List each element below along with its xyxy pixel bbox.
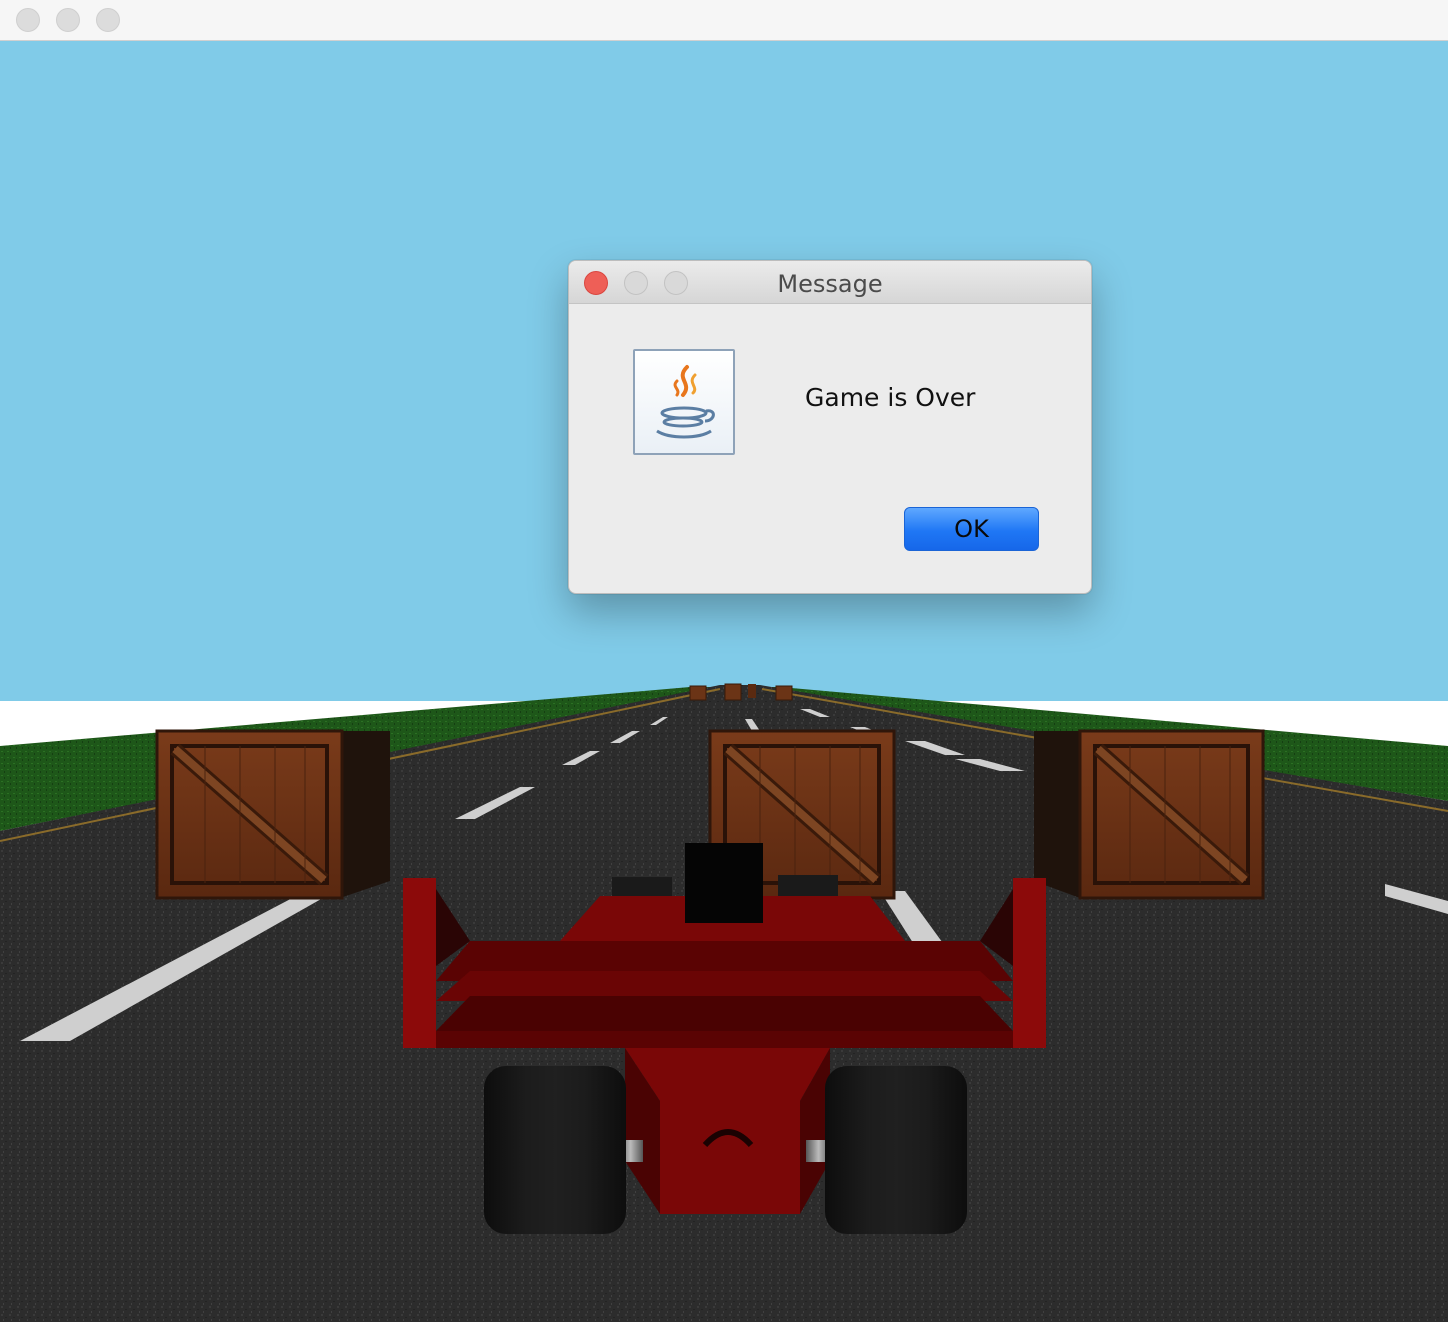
distant-crates <box>689 683 793 701</box>
dialog-titlebar: Message <box>569 261 1091 304</box>
message-dialog: Message Game is Over OK <box>568 260 1092 594</box>
crate-left <box>155 729 390 900</box>
dialog-title: Message <box>777 270 883 298</box>
game-scene <box>0 41 1448 1322</box>
window-titlebar <box>0 0 1448 41</box>
message-text: Game is Over <box>805 383 976 412</box>
crate-right <box>1034 729 1265 900</box>
java-cup-icon <box>633 349 735 455</box>
minimize-button[interactable] <box>56 8 80 32</box>
ok-button[interactable]: OK <box>904 507 1039 551</box>
close-button[interactable] <box>16 8 40 32</box>
game-window: Message Game is Over OK <box>0 0 1448 1322</box>
zoom-button[interactable] <box>96 8 120 32</box>
